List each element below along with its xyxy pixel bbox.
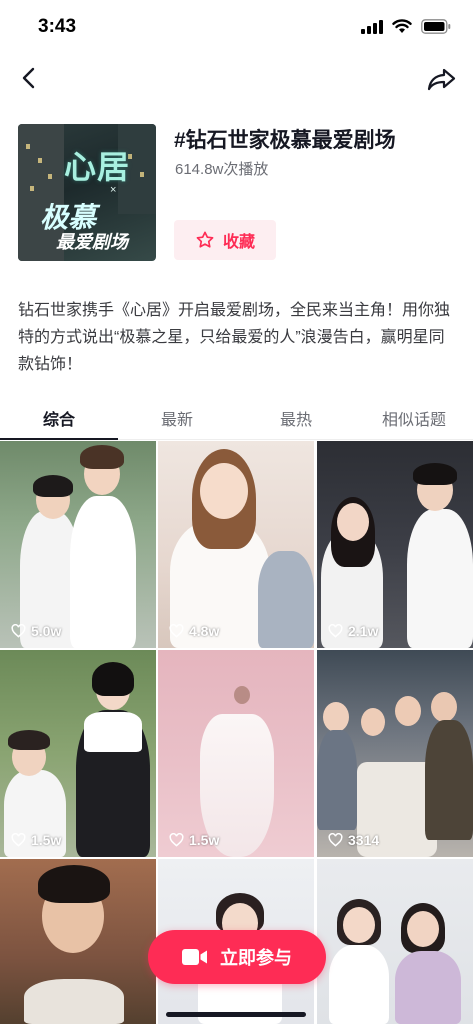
thumbnail-figure (407, 509, 473, 648)
tab-similar-topics[interactable]: 相似话题 (355, 406, 473, 430)
topic-play-count: 614.8w次播放 (175, 161, 269, 178)
thumbnail-figure (200, 463, 248, 519)
topic-description: 钻石世家携手《心居》开启最爱剧场，全民来当主角！用你独特的方式说出“极慕之星，只… (18, 302, 451, 373)
cover-window (38, 158, 42, 163)
status-icons (361, 19, 451, 34)
thumbnail-figure (431, 692, 457, 722)
signal-icon (361, 19, 383, 34)
thumbnail-figure (80, 445, 124, 469)
tab-hottest[interactable]: 最热 (237, 406, 355, 430)
heart-icon (328, 833, 343, 847)
thumbnail-figure (395, 696, 421, 726)
thumbnail-figure (343, 907, 375, 943)
video-tile[interactable] (0, 859, 156, 1024)
thumbnail-figure (70, 496, 136, 648)
share-icon (427, 68, 456, 91)
thumbnail-figure (92, 662, 134, 696)
like-count-value: 4.8w (189, 623, 220, 639)
tab-latest[interactable]: 最新 (118, 406, 236, 430)
like-count: 3314 (328, 832, 379, 848)
thumbnail-figure (425, 720, 473, 840)
thumbnail-figure (337, 503, 369, 541)
favorite-label: 收藏 (222, 234, 255, 251)
like-count-value: 3314 (348, 832, 380, 848)
thumbnail-figure (329, 945, 389, 1024)
video-tile[interactable]: 1.5w (158, 650, 314, 857)
like-count-value: 5.0w (31, 623, 62, 639)
cover-window (30, 186, 34, 191)
cover-window (140, 172, 144, 177)
favorite-button[interactable]: 收藏 (174, 220, 276, 260)
cover-window (26, 144, 30, 149)
cover-title-theater: 最爱剧场 (56, 232, 128, 253)
thumbnail-figure (407, 911, 439, 947)
thumbnail-figure (317, 730, 357, 830)
thumbnail-figure (38, 865, 110, 903)
like-count-value: 1.5w (31, 832, 62, 848)
heart-icon (11, 833, 26, 847)
participate-label: 立即参与 (220, 948, 292, 968)
wifi-icon (392, 19, 412, 33)
tab-comprehensive[interactable]: 综合 (0, 406, 118, 430)
like-count-value: 2.1w (348, 623, 379, 639)
thumbnail-figure (84, 712, 142, 752)
thumbnail-figure (323, 702, 349, 732)
back-button[interactable] (14, 62, 46, 94)
home-indicator (166, 1012, 306, 1017)
video-tile[interactable]: 2.1w (317, 441, 473, 648)
nav-bar (0, 56, 473, 100)
thumbnail-figure (24, 979, 124, 1024)
heart-icon (11, 624, 26, 638)
like-count-value: 1.5w (189, 832, 220, 848)
tab-bar: 综合 最新 最热 相似话题 (0, 396, 473, 440)
thumbnail-figure (8, 730, 50, 750)
heart-icon (169, 624, 184, 638)
share-button[interactable] (425, 62, 459, 94)
topic-cover-image: 心居 × 极慕 最爱剧场 (18, 124, 156, 261)
topic-title: #钻石世家极慕最爱剧场 (174, 129, 396, 152)
status-time: 3:43 (38, 16, 77, 37)
heart-icon (169, 833, 184, 847)
thumbnail-figure (361, 708, 385, 736)
cover-title-x: × (110, 184, 117, 196)
back-arrow-icon (22, 67, 35, 89)
like-count: 4.8w (169, 623, 219, 639)
status-bar: 3:43 (0, 0, 473, 56)
star-icon (196, 231, 214, 248)
like-count: 1.5w (169, 832, 219, 848)
video-tile[interactable]: 5.0w (0, 441, 156, 648)
participate-button[interactable]: 立即参与 (148, 930, 326, 984)
cover-window (48, 174, 52, 179)
thumbnail-figure (33, 475, 73, 497)
like-count: 5.0w (11, 623, 61, 639)
battery-icon (421, 19, 451, 34)
video-tile[interactable]: 4.8w (158, 441, 314, 648)
thumbnail-figure (395, 951, 461, 1024)
tab-indicator (0, 438, 118, 440)
video-tile[interactable] (317, 859, 473, 1024)
like-count: 1.5w (11, 832, 61, 848)
thumbnail-figure (413, 463, 457, 485)
thumbnail-figure (234, 686, 250, 704)
thumbnail-figure (258, 551, 314, 648)
video-tile[interactable]: 3314 (317, 650, 473, 857)
video-tile[interactable]: 1.5w (0, 650, 156, 857)
cover-title-xinju: 心居 (64, 148, 131, 186)
heart-icon (328, 624, 343, 638)
like-count: 2.1w (328, 623, 378, 639)
video-camera-icon (182, 949, 207, 965)
